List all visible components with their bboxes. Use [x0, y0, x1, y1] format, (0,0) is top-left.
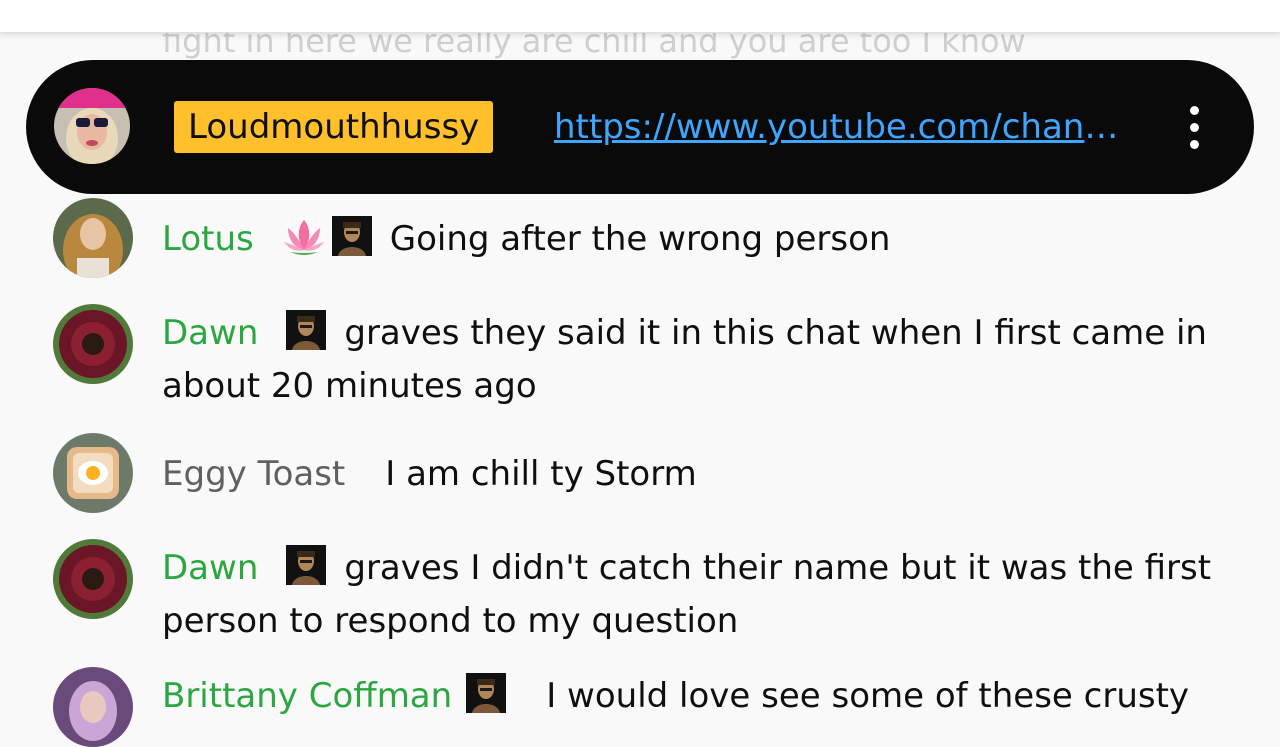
- avatar[interactable]: [53, 304, 133, 384]
- avatar[interactable]: [53, 433, 133, 513]
- author-name[interactable]: Dawn: [162, 313, 258, 353]
- top-bar: [0, 0, 1280, 33]
- message-text: I am chill ty Storm: [385, 454, 697, 494]
- member-badge-icon: [466, 673, 507, 726]
- lotus-icon: [282, 216, 326, 269]
- author-name[interactable]: Eggy Toast: [162, 454, 345, 494]
- member-badge-icon: [286, 310, 327, 363]
- avatar[interactable]: [54, 88, 130, 164]
- message-text: Going after the wrong person: [389, 219, 891, 259]
- member-badge-icon: [331, 216, 372, 269]
- avatar[interactable]: [53, 667, 133, 747]
- author-name[interactable]: Brittany Coffman: [162, 676, 452, 716]
- avatar[interactable]: [53, 539, 133, 619]
- message-text: I would love see some of these crusty: [546, 676, 1190, 716]
- author-name[interactable]: Dawn: [162, 548, 258, 588]
- pinned-message-banner[interactable]: Loudmouthhussy https://www.youtube.com/c…: [26, 60, 1254, 194]
- member-badge-icon: [286, 545, 327, 598]
- more-vert-icon[interactable]: [1168, 100, 1220, 154]
- author-name[interactable]: Lotus: [162, 219, 254, 259]
- pinned-message-link[interactable]: https://www.youtube.com/channel/UC...: [554, 104, 1134, 150]
- pinned-author-badge[interactable]: Loudmouthhussy: [174, 101, 494, 153]
- avatar[interactable]: [53, 198, 133, 278]
